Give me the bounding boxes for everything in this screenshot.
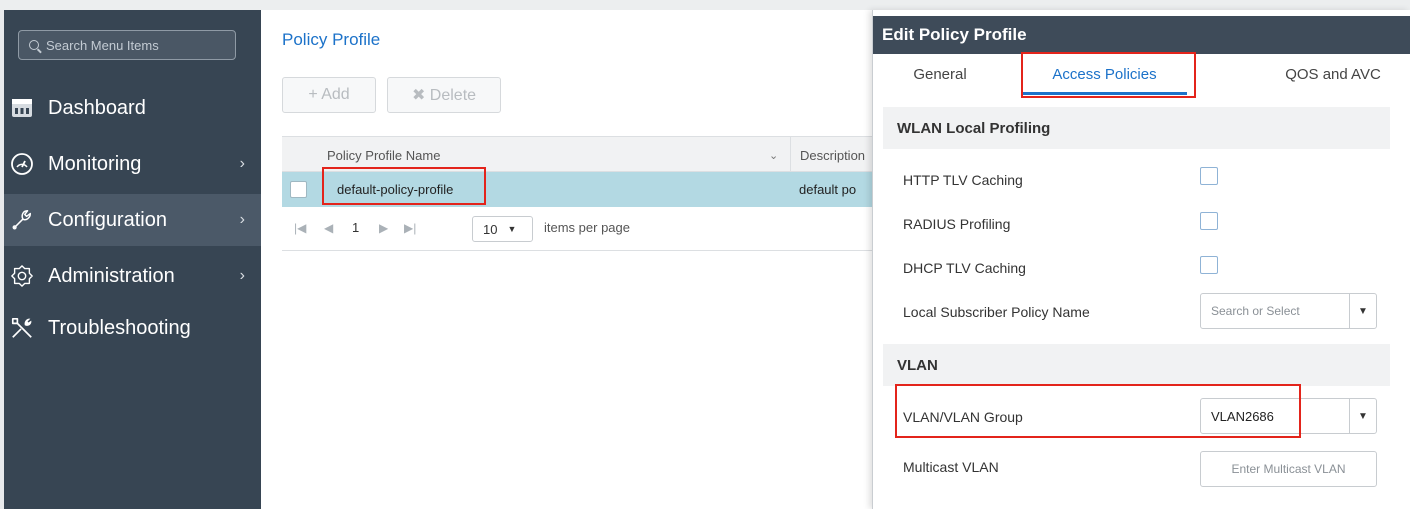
http-tlv-caching-checkbox[interactable] (1200, 167, 1218, 185)
search-icon (29, 40, 39, 50)
dhcp-tlv-caching-checkbox[interactable] (1200, 256, 1218, 274)
sidebar-item-dashboard[interactable]: Dashboard (4, 82, 261, 134)
sidebar-item-label: Dashboard (48, 96, 146, 119)
dashboard-icon (10, 96, 34, 120)
sidebar-item-label: Configuration (48, 208, 167, 231)
sidebar-item-label: Monitoring (48, 152, 142, 175)
policy-profile-name-cell[interactable]: default-policy-profile (337, 172, 453, 207)
local-subscriber-placeholder: Search or Select (1211, 304, 1300, 318)
sidebar-item-administration[interactable]: Administration › (4, 250, 261, 302)
sidebar-item-label: Troubleshooting (48, 316, 191, 339)
description-cell: default po (799, 182, 857, 197)
multicast-vlan-input[interactable]: Enter Multicast VLAN (1200, 451, 1377, 487)
radius-profiling-label: RADIUS Profiling (903, 216, 1011, 232)
dropdown-arrow-icon[interactable]: ▼ (1349, 294, 1376, 328)
search-menu-input[interactable]: Search Menu Items (18, 30, 236, 60)
delete-button[interactable]: ✖ Delete (387, 77, 501, 113)
pager: |◀ ◀ 1 ▶ ▶| 10 ▼ items per page (282, 207, 874, 251)
sidebar-item-configuration[interactable]: Configuration › (4, 194, 261, 246)
search-placeholder: Search Menu Items (46, 37, 159, 53)
chevron-right-icon: › (239, 211, 245, 228)
vlan-group-select[interactable]: VLAN2686 ▼ (1200, 398, 1377, 434)
first-page-icon[interactable]: |◀ (294, 221, 306, 235)
local-subscriber-policy-select[interactable]: Search or Select ▼ (1200, 293, 1377, 329)
table-row[interactable]: default-policy-profile default po (282, 172, 874, 207)
table-header: Policy Profile Name ⌄ Description (282, 136, 874, 173)
column-header-name[interactable]: Policy Profile Name (327, 137, 440, 173)
chevron-right-icon: › (239, 267, 245, 284)
vlan-group-value: VLAN2686 (1211, 408, 1274, 424)
dhcp-tlv-caching-label: DHCP TLV Caching (903, 260, 1026, 276)
chevron-right-icon: › (239, 155, 245, 172)
column-header-description[interactable]: Description (790, 137, 865, 173)
items-per-page-label: items per page (544, 220, 630, 235)
next-page-icon[interactable]: ▶ (379, 221, 388, 235)
gear-icon (10, 264, 34, 288)
sidebar-item-troubleshooting[interactable]: Troubleshooting (4, 302, 261, 354)
page-size-value: 10 (483, 221, 498, 237)
dropdown-arrow-icon: ▼ (507, 224, 517, 234)
panel-title: Edit Policy Profile (873, 16, 1410, 54)
top-strip (0, 0, 1410, 10)
row-checkbox[interactable] (290, 181, 307, 198)
page-size-select[interactable]: 10 ▼ (472, 216, 533, 242)
tools-icon (10, 316, 34, 340)
tab-qos-and-avc[interactable]: QOS and AVC (1278, 66, 1388, 96)
section-vlan: VLAN (883, 344, 1390, 386)
last-page-icon[interactable]: ▶| (404, 221, 416, 235)
active-tab-indicator (1022, 92, 1187, 95)
sidebar: Search Menu Items Dashboard Monitoring ›… (0, 10, 261, 509)
local-subscriber-policy-label: Local Subscriber Policy Name (903, 304, 1090, 320)
gauge-icon (10, 152, 34, 176)
dropdown-arrow-icon[interactable]: ▼ (1349, 399, 1376, 433)
vlan-group-label: VLAN/VLAN Group (903, 409, 1023, 425)
sidebar-item-label: Administration (48, 264, 175, 287)
current-page: 1 (352, 220, 360, 235)
prev-page-icon[interactable]: ◀ (324, 221, 333, 235)
http-tlv-caching-label: HTTP TLV Caching (903, 172, 1023, 188)
sort-chevron-icon[interactable]: ⌄ (769, 137, 778, 173)
tab-general[interactable]: General (895, 66, 985, 96)
radius-profiling-checkbox[interactable] (1200, 212, 1218, 230)
edit-policy-panel: Edit Policy Profile General Access Polic… (872, 10, 1410, 509)
multicast-vlan-label: Multicast VLAN (903, 459, 999, 475)
add-button[interactable]: + Add (282, 77, 376, 113)
page-title: Policy Profile (282, 30, 381, 49)
sidebar-item-monitoring[interactable]: Monitoring › (4, 138, 261, 190)
section-wlan-local-profiling: WLAN Local Profiling (883, 107, 1390, 149)
wrench-icon (10, 208, 34, 232)
